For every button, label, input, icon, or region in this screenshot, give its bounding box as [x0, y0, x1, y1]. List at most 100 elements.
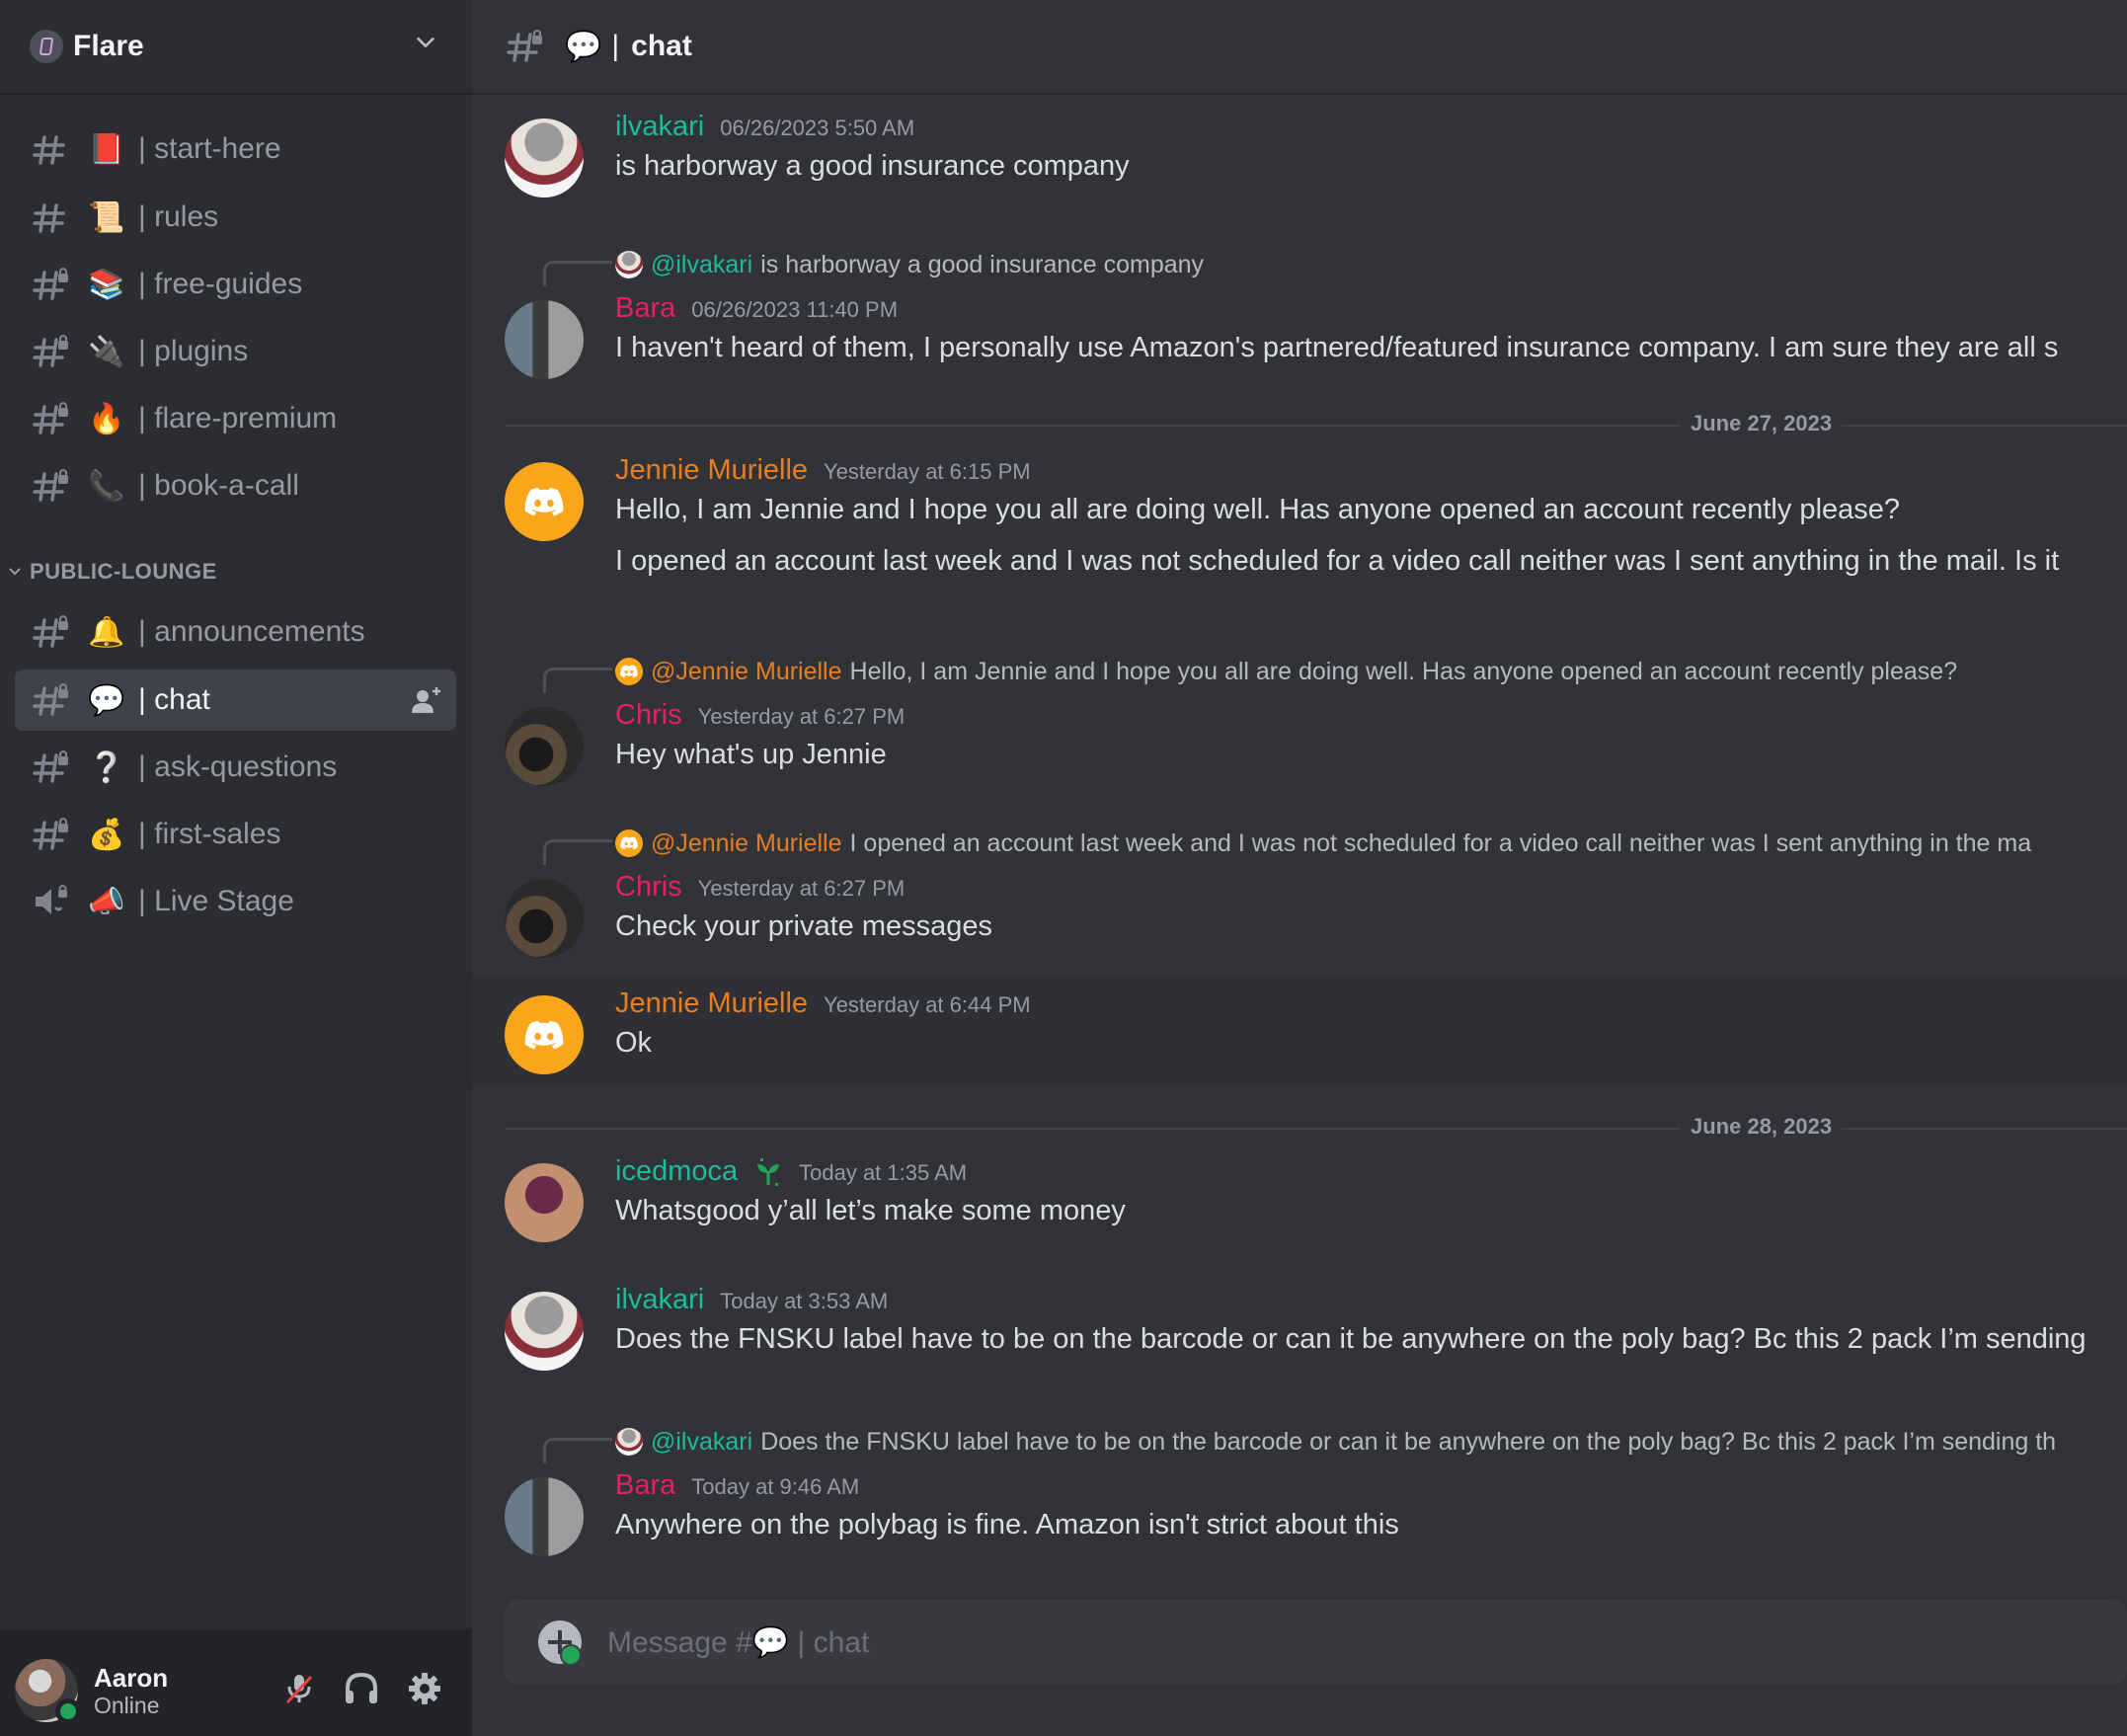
author-name[interactable]: Bara: [615, 1469, 675, 1502]
add-member-icon[interactable]: [411, 685, 442, 715]
locked-text-channel-icon: [32, 466, 71, 506]
reply-mention[interactable]: @Jennie Murielle: [651, 658, 842, 686]
sidebar-item-ask-questions[interactable]: ❔ | ask-questions: [15, 737, 456, 798]
message-header: ilvakari Today at 3:53 AM: [615, 1284, 888, 1316]
sidebar-item-free-guides[interactable]: 📚 | free-guides: [15, 254, 456, 315]
reply-connector: [543, 261, 612, 286]
text-channel-icon: [32, 197, 71, 237]
channel-emoji-icon: 💬: [88, 683, 125, 717]
settings-button[interactable]: [405, 1669, 444, 1708]
sidebar-item-live-stage[interactable]: 📣 | Live Stage: [15, 871, 456, 932]
avatar[interactable]: [505, 707, 584, 786]
message-text: Check your private messages: [615, 910, 992, 942]
timestamp: Yesterday at 6:27 PM: [697, 704, 906, 729]
channel-title: chat: [631, 30, 692, 62]
reply-preview[interactable]: @ilvakari is harborway a good insurance …: [615, 245, 1204, 284]
chevron-down-icon[interactable]: [415, 32, 436, 53]
sidebar-item-chat[interactable]: 💬 | chat: [15, 670, 456, 731]
avatar[interactable]: [505, 995, 584, 1074]
message-composer[interactable]: Message #💬 | chat: [505, 1600, 2127, 1685]
reply-preview[interactable]: @Jennie Murielle I opened an account las…: [615, 824, 2031, 863]
category-public-lounge[interactable]: PUBLIC-LOUNGE: [8, 559, 217, 585]
category-label: PUBLIC-LOUNGE: [30, 559, 217, 584]
avatar[interactable]: [505, 1292, 584, 1371]
message-header: icedmoca Today at 1:35 AM: [615, 1155, 967, 1188]
message[interactable]: ilvakari 06/26/2023 5:50 AM is harborway…: [472, 111, 2127, 209]
message-input[interactable]: Message #💬 | chat: [607, 1625, 869, 1660]
user-name: Aaron: [94, 1663, 169, 1693]
deafen-button[interactable]: [342, 1669, 381, 1708]
sidebar-item-rules[interactable]: 📜 | rules: [15, 187, 456, 248]
channel-emoji-icon: 🔥: [88, 402, 125, 435]
locked-text-channel-icon: [32, 748, 71, 787]
message[interactable]: @Jennie Murielle I opened an account las…: [472, 824, 2127, 962]
author-name[interactable]: Chris: [615, 699, 682, 732]
message[interactable]: @Jennie Murielle Hello, I am Jennie and …: [472, 652, 2127, 790]
sidebar-item-start-here[interactable]: 📕 | start-here: [15, 118, 456, 180]
reply-mention[interactable]: @ilvakari: [651, 251, 752, 279]
message[interactable]: @ilvakari is harborway a good insurance …: [472, 245, 2127, 383]
mute-button[interactable]: [279, 1669, 319, 1708]
channel-emoji-icon: 📜: [88, 200, 125, 234]
channel-emoji-icon: 🔔: [88, 615, 125, 649]
speech-bubble-icon: 💬: [751, 1625, 790, 1659]
sidebar-item-book-a-call[interactable]: 📞 | book-a-call: [15, 455, 456, 516]
message-header: Chris Yesterday at 6:27 PM: [615, 871, 905, 904]
channel-emoji-icon: ❔: [88, 750, 125, 784]
author-name[interactable]: ilvakari: [615, 111, 704, 143]
sidebar-item-first-sales[interactable]: 💰 | first-sales: [15, 804, 456, 865]
header-separator: |: [611, 30, 620, 62]
headphones-icon: [346, 1672, 377, 1703]
channel-emoji-icon: 💰: [88, 818, 125, 851]
message[interactable]: @ilvakari Does the FNSKU label have to b…: [472, 1422, 2127, 1560]
channel-emoji-icon: 📕: [88, 132, 125, 166]
sidebar-item-announcements[interactable]: 🔔 | announcements: [15, 601, 456, 663]
timestamp: Yesterday at 6:44 PM: [824, 992, 1031, 1017]
channel-header: 💬 | chat: [472, 0, 2127, 95]
author-name[interactable]: Bara: [615, 292, 675, 325]
avatar[interactable]: [505, 1477, 584, 1556]
channel-emoji-icon: 📚: [88, 268, 125, 301]
author-name[interactable]: ilvakari: [615, 1284, 704, 1316]
placeholder-prefix: Message #: [607, 1625, 752, 1659]
reply-preview[interactable]: @ilvakari Does the FNSKU label have to b…: [615, 1422, 2056, 1461]
reply-preview[interactable]: @Jennie Murielle Hello, I am Jennie and …: [615, 652, 1957, 691]
channel-name: | Live Stage: [138, 885, 294, 917]
stage-channel-locked-icon: [32, 882, 71, 921]
channel-name: | first-sales: [138, 818, 281, 850]
author-name[interactable]: Jennie Murielle: [615, 987, 808, 1020]
reply-mention[interactable]: @ilvakari: [651, 1428, 752, 1457]
timestamp: 06/26/2023 5:50 AM: [720, 116, 915, 140]
avatar[interactable]: [505, 879, 584, 958]
avatar[interactable]: [505, 300, 584, 379]
server-header[interactable]: Flare: [0, 0, 472, 95]
message-text: I opened an account last week and I was …: [615, 545, 2060, 577]
channel-name: | free-guides: [138, 268, 303, 300]
reply-connector: [543, 839, 612, 865]
channel-name: | chat: [138, 683, 210, 716]
reply-text: I opened an account last week and I was …: [849, 829, 2032, 857]
message[interactable]: ilvakari Today at 3:53 AM Does the FNSKU…: [472, 1284, 2127, 1382]
author-name[interactable]: icedmoca: [615, 1155, 738, 1188]
message[interactable]: Jennie Murielle Yesterday at 6:15 PM Hel…: [472, 454, 2127, 622]
message[interactable]: icedmoca Today at 1:35 AM Whatsgood y’al…: [472, 1155, 2127, 1254]
author-name[interactable]: Jennie Murielle: [615, 454, 808, 487]
add-attachment-icon[interactable]: [538, 1620, 582, 1666]
timestamp: 06/26/2023 11:40 PM: [691, 297, 899, 322]
server-badge-icon: [30, 30, 63, 63]
reply-mention[interactable]: @Jennie Murielle: [651, 829, 842, 858]
sidebar-item-flare-premium[interactable]: 🔥 | flare-premium: [15, 388, 456, 449]
message[interactable]: Jennie Murielle Yesterday at 6:44 PM Ok: [472, 976, 2127, 1086]
locked-text-channel-icon: [32, 399, 71, 438]
avatar[interactable]: [505, 462, 584, 541]
message-text: Hey what's up Jennie: [615, 739, 887, 770]
avatar[interactable]: [505, 118, 584, 197]
message-header: Jennie Murielle Yesterday at 6:44 PM: [615, 987, 1031, 1020]
chevron-down-icon: [9, 568, 21, 576]
user-status: Online: [94, 1693, 160, 1718]
sidebar-item-plugins[interactable]: 🔌 | plugins: [15, 321, 456, 382]
online-status-icon: [55, 1698, 81, 1724]
avatar[interactable]: [505, 1163, 584, 1242]
author-name[interactable]: Chris: [615, 871, 682, 904]
message-header: Chris Yesterday at 6:27 PM: [615, 699, 905, 732]
